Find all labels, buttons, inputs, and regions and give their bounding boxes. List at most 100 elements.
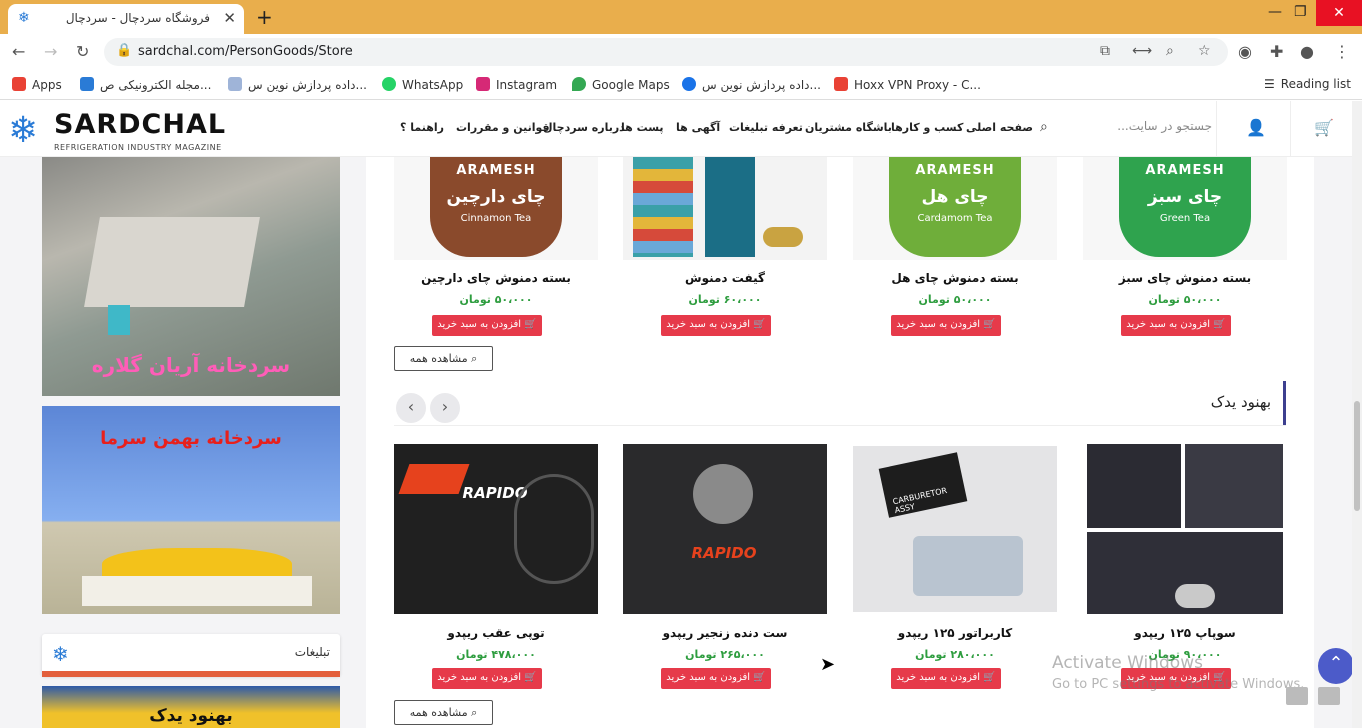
product-image[interactable] [1083,444,1287,614]
bookmark-item[interactable]: مجله الکترونیکی ص... [80,77,211,92]
product-name[interactable]: کاربراتور ۱۲۵ ریپدو [853,626,1057,640]
page-scrollbar[interactable] [1352,101,1362,728]
product-name[interactable]: ست دنده زنجیر ریپدو [623,626,827,640]
tray-icon[interactable] [1286,687,1308,705]
sidebar-banner-behnood[interactable]: بهنود یدک [42,686,340,728]
url-text[interactable]: sardchal.com/PersonGoods/Store [138,44,353,59]
section-divider [394,425,1286,426]
reading-list[interactable]: ☰ Reading list [1264,77,1351,91]
carousel-next-button[interactable]: › [430,393,460,423]
puzzle-icon[interactable]: ✚ [1270,42,1283,61]
see-all-button[interactable]: ⌕ مشاهده همه [394,346,493,371]
add-to-cart-label: افزودن به سبد خرید [666,319,751,330]
browser-tab[interactable]: ❄ فروشگاه سردچال - سردچال ✕ [8,4,244,34]
image-brand-text: RAPIDO [691,544,757,562]
add-to-cart-button[interactable]: 🛒 افزودن به سبد خرید [432,668,542,689]
product-image[interactable]: RAPIDO [394,444,598,614]
close-window-icon[interactable]: ✕ [1316,0,1362,26]
product-name[interactable]: بسته دمنوش چای دارچین [394,271,598,285]
see-all-button[interactable]: ⌕ مشاهده همه [394,700,493,725]
bookmark-label: Hoxx VPN Proxy - C... [854,78,981,92]
open-in-app-icon[interactable]: ⧉ [1100,43,1110,59]
back-icon[interactable]: ← [12,42,25,61]
product-en-label: Cinnamon Tea [460,213,532,224]
product-price: ۵۰،۰۰۰ تومان [918,293,992,306]
activate-windows-subtitle: Go to PC settings to activate Windows. [1052,677,1305,692]
product-name[interactable]: بسته دمنوش چای سبز [1083,271,1287,285]
translate-icon[interactable]: ⟷ [1132,43,1152,59]
product-image[interactable]: RAPIDO [623,444,827,614]
add-to-cart-button[interactable]: 🛒 افزودن به سبد خرید [432,315,542,336]
product-image[interactable]: ARAMESH چای دارچین Cinnamon Tea [394,157,598,260]
scrollbar-thumb[interactable] [1354,401,1360,511]
bookmark-item[interactable]: داده پردازش نوین س... [682,77,821,92]
cart-icon[interactable]: 🛒 [1314,118,1334,137]
extension-icon[interactable]: ◉ [1238,42,1252,61]
tray-icon[interactable] [1318,687,1340,705]
snowflake-icon: ❄ [52,642,69,666]
product-image[interactable]: ARAMESH چای هل Cardamom Tea [853,157,1057,260]
profile-icon[interactable]: ● [1300,42,1314,61]
banner-caption: سردخانه آریان گلاره [91,353,291,377]
add-to-cart-button[interactable]: 🛒 افزودن به سبد خرید [891,668,1001,689]
bookmark-apps[interactable]: Apps [12,77,62,92]
nav-help[interactable]: راهنما ؟ [400,121,444,134]
nav-ad-rates[interactable]: تعرفه تبلیغات [729,121,803,134]
banner-caption: سردخانه بهمن سرما [100,428,282,449]
bookmark-label: WhatsApp [402,78,464,92]
lock-icon: 🔒 [116,43,133,58]
add-to-cart-button[interactable]: 🛒 افزودن به سبد خرید [661,668,771,689]
sidebar-banner-aerial[interactable]: سردخانه آریان گلاره [42,157,340,396]
nav-customers-club[interactable]: باشگاه مشتریان [805,121,892,134]
bookmark-whatsapp[interactable]: WhatsApp [382,77,463,92]
restore-icon[interactable]: ❐ [1294,4,1307,20]
nav-rules[interactable]: قوانین و مقررات [456,121,550,134]
sidebar-banner-warehouse[interactable]: سردخانه بهمن سرما [42,406,340,614]
product-name[interactable]: بسته دمنوش چای هل [853,271,1057,285]
product-name[interactable]: گیفت دمنوش [623,271,827,285]
product-name[interactable]: توپی عقب ریپدو [394,626,598,640]
nav-posts[interactable]: پست ها [621,121,664,134]
bookmark-item[interactable]: داده پردازش نوین س... [228,77,367,92]
mouse-cursor-icon: ➤ [820,654,836,675]
menu-icon[interactable]: ⋮ [1334,42,1350,61]
new-tab-button[interactable]: + [256,5,273,29]
tea-can-shape: ARAMESH چای هل Cardamom Tea [889,157,1021,257]
tea-can-shape: ARAMESH چای سبز Green Tea [1119,157,1251,257]
search-icon: ⌕ [467,352,478,365]
product-image[interactable]: CARBURETOR ASSY [853,446,1057,612]
bookmark-instagram[interactable]: Instagram [476,77,557,92]
site-logo[interactable]: ❄ SARDCHAL REFRIGERATION INDUSTRY MAGAZI… [8,107,248,155]
site-search-input[interactable]: جستجو در سایت... [1062,119,1212,133]
brand-label: ARAMESH [456,163,536,178]
product-image[interactable] [623,157,827,260]
add-to-cart-button[interactable]: 🛒 افزودن به سبد خرید [1121,315,1231,336]
bookmark-star-icon[interactable]: ☆ [1198,43,1211,59]
brand-label: ARAMESH [1145,163,1225,178]
hub-shape [514,474,594,584]
user-icon[interactable]: 👤 [1246,118,1266,137]
add-to-cart-button[interactable]: 🛒 افزودن به سبد خرید [891,315,1001,336]
nav-about[interactable]: درباره سردچال [543,121,625,134]
bookmark-google-maps[interactable]: Google Maps [572,77,670,92]
search-icon: ⌕ [467,706,478,719]
product-name[interactable]: سوپاپ ۱۲۵ ریپدو [1083,626,1287,640]
add-to-cart-button[interactable]: 🛒 افزودن به سبد خرید [661,315,771,336]
reload-icon[interactable]: ↻ [76,42,89,61]
product-image[interactable]: ARAMESH چای سبز Green Tea [1083,157,1287,260]
search-icon[interactable]: ⌕ [1040,119,1048,135]
zoom-icon[interactable]: ⌕ [1166,43,1174,59]
nav-businesses[interactable]: کسب و کارها [891,121,963,134]
bookmark-hoxx[interactable]: Hoxx VPN Proxy - C... [834,77,981,92]
close-tab-icon[interactable]: ✕ [223,9,236,27]
carousel-prev-button[interactable]: ‹ [396,393,426,423]
photo-tile [1087,444,1181,528]
nav-home[interactable]: صفحه اصلی [966,121,1033,134]
nav-ads[interactable]: آگهی ها [676,121,720,134]
address-bar[interactable]: 🔒 sardchal.com/PersonGoods/Store ⧉ ⟷ ⌕ ☆ [104,38,1228,66]
minimize-icon[interactable]: — [1268,4,1282,20]
scroll-to-top-button[interactable]: ⌃ [1318,648,1354,684]
forward-icon[interactable]: → [44,42,57,61]
add-to-cart-label: افزودن به سبد خرید [896,672,981,683]
carburetor-bag-shape [913,536,1023,596]
